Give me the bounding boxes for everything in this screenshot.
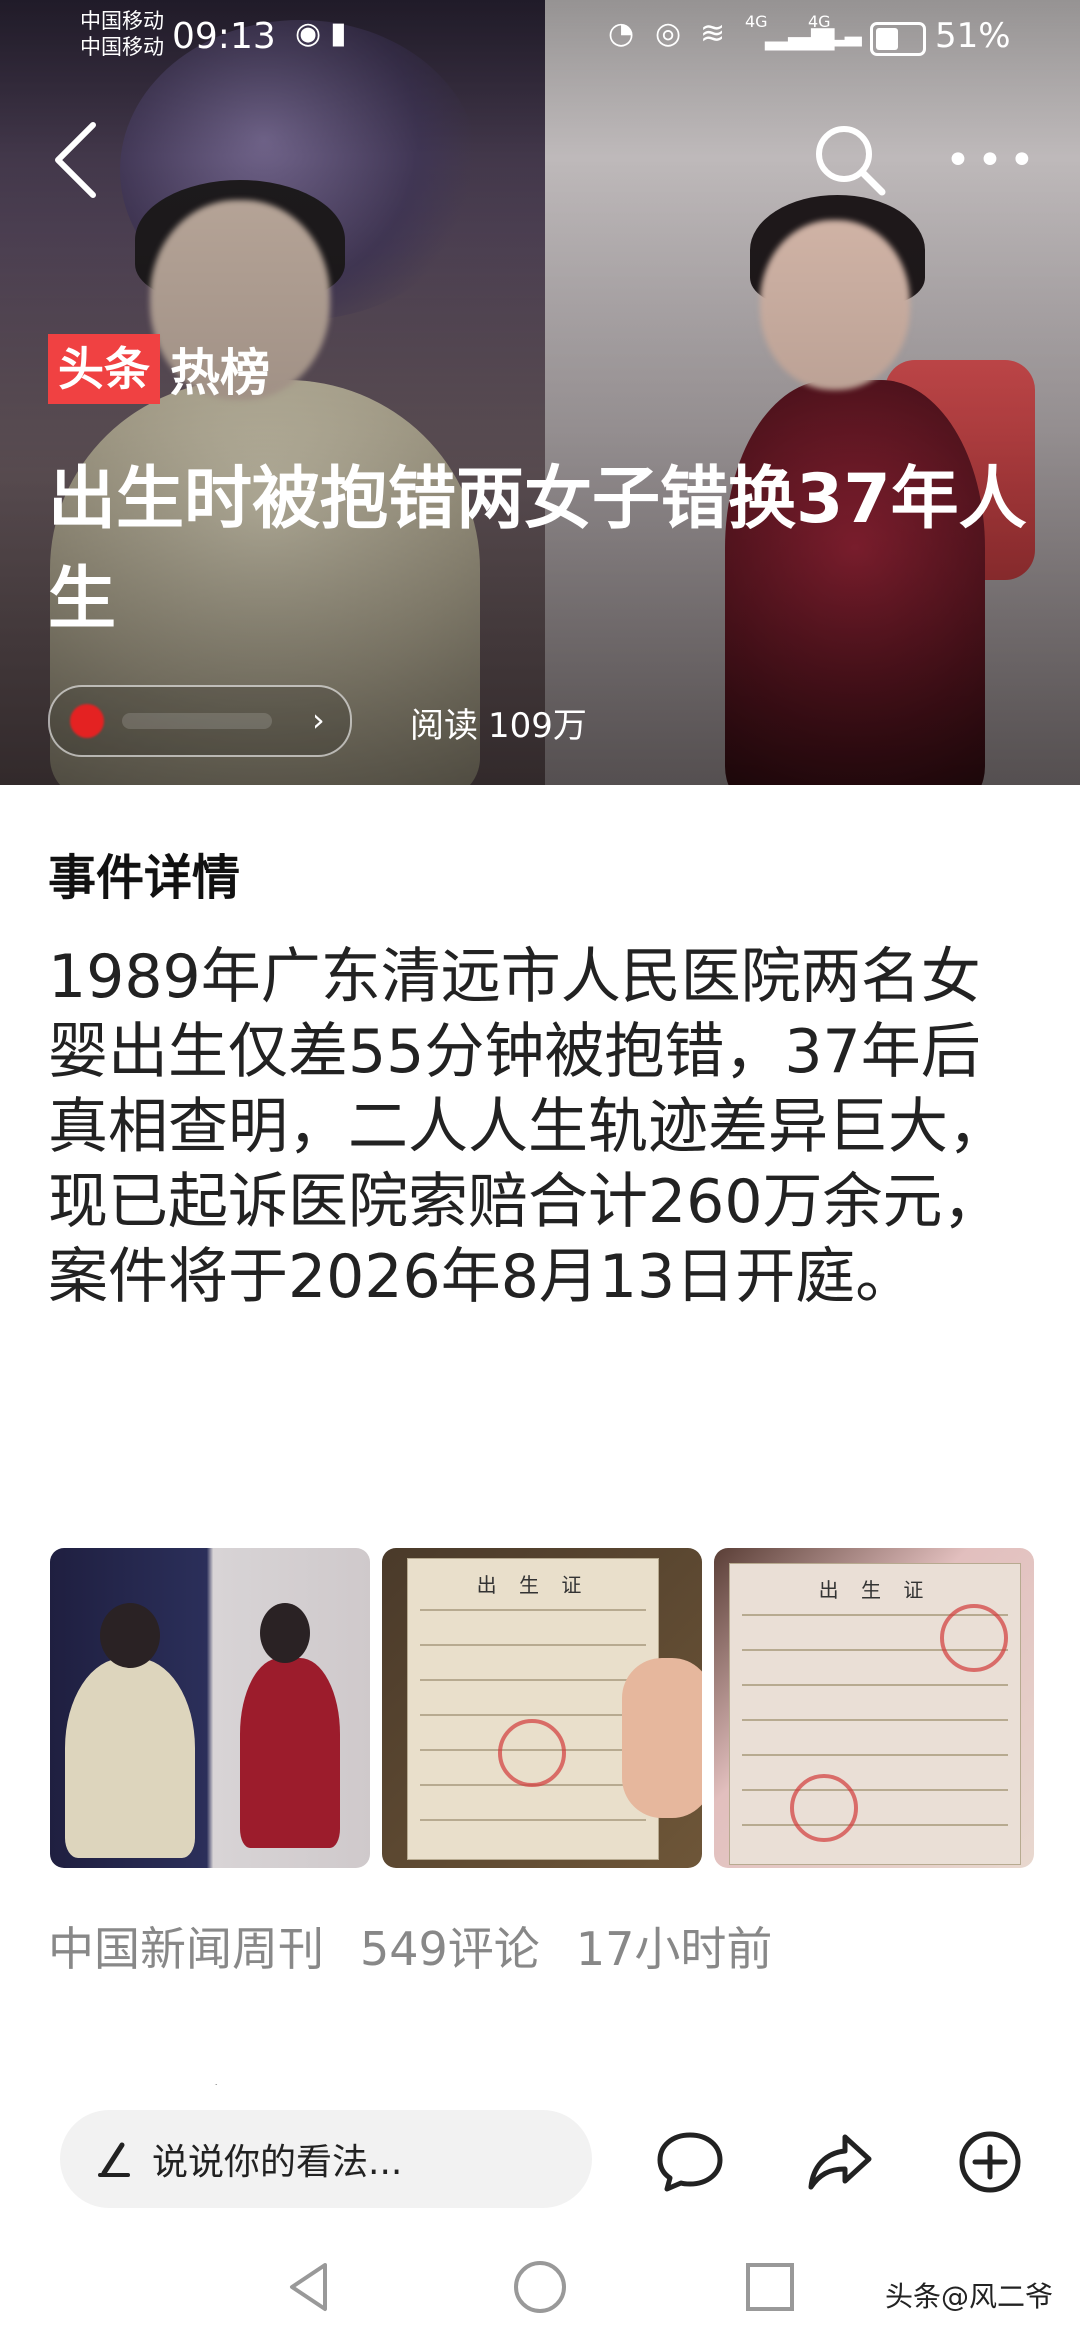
author-name-blurred [122,713,272,729]
badge-toutiao: 头条 [48,334,160,404]
back-arrow-icon[interactable] [48,115,108,205]
comment-input[interactable]: 说说你的看法... [60,2110,592,2208]
bottom-action-bar: 说说你的看法... [0,2085,1080,2235]
hero-title: 出生时被抱错两女子错换37年人生 [48,460,1027,639]
eye-icon: ◎ [655,16,682,51]
alert-icon: ▮ [330,16,347,51]
gallery-image-childhood-photos[interactable] [50,1548,370,1868]
signal-2-icon: ▂▃ [828,22,862,47]
carrier-labels: 中国移动 中国移动 [80,8,164,60]
hero-banner: 中国移动 中国移动 09:13 ◉ ▮ ◔ ◎ ≋ 4G ▂▃▅ 4G ▂▃ 5… [0,0,1080,785]
carrier-2: 中国移动 [80,35,164,59]
comment-count[interactable]: 549评论 [360,1913,540,1979]
battery-icon [870,22,926,56]
pen-icon [98,2142,130,2177]
nav-recents-icon[interactable] [740,2257,800,2317]
source-name[interactable]: 中国新闻周刊 [48,1913,324,1979]
status-time: 09:13 [172,16,276,57]
add-icon[interactable] [955,2127,1025,2197]
nav-back-icon[interactable] [280,2257,340,2317]
browser-icon: ◉ [295,16,322,51]
article-meta: 中国新闻周刊 549评论 17小时前 [48,1913,772,1979]
reads-label: 阅读 [410,706,478,746]
comment-icon[interactable] [655,2127,725,2197]
badge-hot-list: 热榜 [170,344,270,402]
author-avatar [70,704,104,738]
more-icon[interactable]: ••• [945,135,1035,186]
battery-percent: 51% [935,16,1011,56]
nav-home-icon[interactable] [510,2257,570,2317]
speed-icon: ◔ [608,16,635,51]
comment-placeholder: 说说你的看法... [152,2142,403,2183]
certificate-title-2: 出 生 证 [818,1578,932,1602]
section-title: 事件详情 [48,850,241,906]
wifi-icon: ≋ [700,16,726,51]
carrier-1: 中国移动 [80,9,164,33]
watermark: 头条@风二爷 [885,2280,1054,2313]
publish-time: 17小时前 [575,1922,773,1976]
gallery-image-birth-certificate-2[interactable]: 出 生 证 [714,1548,1034,1868]
hot-list-badge[interactable]: 头条 热榜 [48,332,270,406]
read-count: 阅读 109万 [410,698,587,747]
status-bar: 中国移动 中国移动 09:13 ◉ ▮ ◔ ◎ ≋ 4G ▂▃▅ 4G ▂▃ 5… [0,0,1080,70]
chevron-right-icon: › [312,701,325,739]
certificate-title-1: 出 生 证 [476,1573,590,1597]
share-icon[interactable] [805,2127,875,2197]
reads-value: 109万 [488,706,587,746]
author-pill[interactable]: › [48,685,352,757]
search-icon[interactable] [810,120,890,200]
event-summary: 1989年广东清远市人民医院两名女婴出生仅差55分钟被抱错，37年后真相查明，二… [48,942,1008,1312]
gallery-image-birth-certificate-1[interactable]: 出 生 证 [382,1548,702,1868]
image-gallery: 出 生 证 出 生 证 [50,1548,1034,1868]
